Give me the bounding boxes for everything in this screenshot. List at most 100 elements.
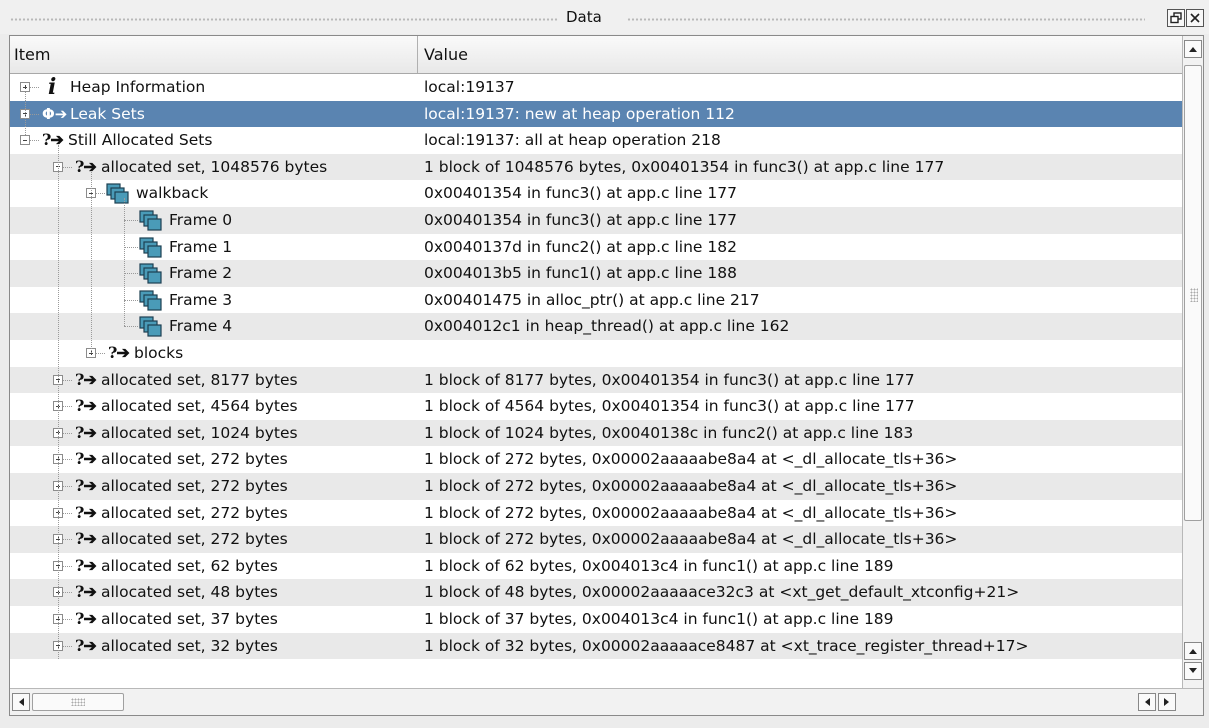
tree-guide-line: [124, 220, 138, 221]
tree-guide-line: [124, 326, 138, 328]
close-icon: [1190, 13, 1200, 23]
row-item-label: allocated set, 62 bytes: [101, 556, 278, 575]
scroll-left-button[interactable]: [12, 693, 30, 711]
row-item-label: allocated set, 48 bytes: [101, 583, 278, 602]
panel-title-bar[interactable]: Data: [0, 0, 1209, 34]
tree-row[interactable]: i Heap Information local:19137: [10, 74, 1182, 101]
question-arrow-icon: ?➔: [108, 343, 130, 362]
row-value: 1 block of 1048576 bytes, 0x00401354 in …: [424, 157, 945, 176]
question-arrow-icon: ?➔: [75, 449, 97, 469]
column-header: Item Value: [10, 36, 1182, 74]
leak-set-icon: Φ➔: [42, 104, 68, 123]
tree-row[interactable]: ?➔ blocks: [10, 340, 1182, 367]
row-value: 1 block of 272 bytes, 0x00002aaaaabe8a4 …: [424, 450, 958, 469]
arrow-up-icon: [1189, 649, 1197, 654]
scroll-down-button[interactable]: [1184, 662, 1202, 680]
tree-row[interactable]: Frame 2 0x004013b5 in func1() at app.c li…: [10, 260, 1182, 287]
row-item-label: allocated set, 1048576 bytes: [101, 157, 328, 176]
tree-row[interactable]: ?➔ allocated set, 48 bytes 1 block of 48 b…: [10, 579, 1182, 606]
tree-row[interactable]: ?➔ allocated set, 272 bytes 1 block of 272…: [10, 473, 1182, 500]
row-value: 1 block of 32 bytes, 0x00002aaaaace8487 …: [424, 636, 1029, 655]
row-item-label: allocated set, 272 bytes: [101, 503, 288, 522]
tree-row[interactable]: Frame 1 0x0040137d in func2() at app.c li…: [10, 234, 1182, 261]
close-panel-button[interactable]: [1186, 9, 1204, 27]
tree-row[interactable]: ?➔ allocated set, 8177 bytes 1 block of 81…: [10, 366, 1182, 394]
row-value: local:19137: [424, 78, 515, 96]
arrow-down-icon: [1189, 668, 1197, 673]
stack-frames-icon: [139, 316, 163, 342]
row-value: [424, 340, 1180, 367]
tree-row[interactable]: ?➔ allocated set, 1048576 bytes 1 block of…: [10, 153, 1182, 181]
vertical-scrollbar[interactable]: [1182, 36, 1203, 688]
scroll-left-button-lower[interactable]: [1138, 693, 1156, 711]
stack-frames-icon: [139, 290, 163, 316]
grip-icon: [1190, 288, 1198, 302]
question-arrow-icon: ?➔: [75, 635, 97, 655]
expand-toggle[interactable]: [20, 82, 30, 92]
arrow-left-icon: [1145, 698, 1150, 706]
tree-row[interactable]: ?➔ allocated set, 272 bytes 1 block of 272…: [10, 500, 1182, 527]
tree-row[interactable]: ?➔ allocated set, 32 bytes 1 block of 32 b…: [10, 632, 1182, 660]
question-arrow-icon: ?➔: [75, 582, 97, 602]
tree-row[interactable]: ?➔ allocated set, 37 bytes 1 block of 37 b…: [10, 606, 1182, 633]
row-value: 0x00401354 in func3() at app.c line 177: [424, 184, 737, 203]
column-header-item[interactable]: Item: [10, 36, 418, 73]
vertical-scroll-thumb[interactable]: [1184, 65, 1202, 521]
scroll-right-button[interactable]: [1158, 693, 1176, 711]
column-header-value[interactable]: Value: [418, 36, 1182, 73]
collapse-toggle[interactable]: [20, 135, 30, 146]
tree-row[interactable]: ?➔ Still Allocated Sets local:19137: all a…: [10, 127, 1182, 154]
arrow-right-icon: [1164, 698, 1169, 706]
row-value: 1 block of 1024 bytes, 0x0040138c in fun…: [424, 423, 914, 442]
row-value: 1 block of 48 bytes, 0x00002aaaaace32c3 …: [424, 583, 1020, 602]
question-arrow-icon: ?➔: [75, 529, 97, 549]
row-item-label: Still Allocated Sets: [68, 131, 213, 150]
question-arrow-icon: ?➔: [75, 609, 97, 628]
tree-row[interactable]: walkback 0x00401354 in func3() at app.c l…: [10, 180, 1182, 207]
data-tree-view[interactable]: Item Value i Heap Information local:19137 Φ…: [9, 35, 1204, 716]
tree-row[interactable]: ?➔ allocated set, 1024 bytes 1 block of 10…: [10, 419, 1182, 447]
title-grip-right: [627, 17, 1145, 22]
row-item-label: allocated set, 1024 bytes: [101, 423, 298, 442]
question-arrow-icon: ?➔: [75, 156, 97, 176]
horizontal-scroll-thumb[interactable]: [32, 693, 124, 711]
row-item-label: allocated set, 272 bytes: [101, 477, 288, 495]
row-item-label: allocated set, 8177 bytes: [101, 370, 298, 389]
row-value: 0x00401354 in func3() at app.c line 177: [424, 211, 737, 229]
question-arrow-icon: ?➔: [75, 502, 97, 522]
question-arrow-icon: ?➔: [75, 422, 97, 442]
tree-row[interactable]: Frame 0 0x00401354 in func3() at app.c li…: [10, 207, 1182, 234]
row-value: 1 block of 272 bytes, 0x00002aaaaabe8a4 …: [424, 477, 958, 495]
title-grip-left: [10, 17, 558, 22]
scroll-up-button[interactable]: [1184, 40, 1202, 58]
tree-row[interactable]: ?➔ allocated set, 272 bytes 1 block of 272…: [10, 526, 1182, 553]
tree-row[interactable]: Frame 3 0x00401475 in alloc_ptr() at app.…: [10, 287, 1182, 314]
arrow-left-icon: [19, 698, 24, 706]
row-item-label: allocated set, 32 bytes: [101, 636, 278, 655]
row-value: 0x0040137d in func2() at app.c line 182: [424, 237, 737, 256]
stack-frames-icon: [139, 210, 163, 236]
tree-row[interactable]: Φ➔ Leak Sets local:19137: new at heap oper…: [10, 100, 1182, 128]
tree-row[interactable]: Frame 4 0x004012c1 in heap_thread() at ap…: [10, 313, 1182, 340]
stack-frames-icon: [106, 183, 130, 209]
row-value: local:19137: new at heap operation 112: [424, 104, 735, 123]
row-value: 1 block of 62 bytes, 0x004013c4 in func1…: [424, 556, 894, 575]
grip-icon: [71, 698, 85, 706]
row-item-label: Frame 3: [169, 290, 233, 309]
scroll-up-button-lower[interactable]: [1184, 642, 1202, 660]
question-arrow-icon: ?➔: [75, 555, 97, 575]
tree-row[interactable]: ?➔ allocated set, 62 bytes 1 block of 62 b…: [10, 553, 1182, 580]
tree-row[interactable]: ?➔ allocated set, 272 bytes 1 block of 272…: [10, 446, 1182, 473]
row-item-label: Frame 1: [169, 237, 233, 256]
question-arrow-icon: ?➔: [42, 130, 64, 150]
tree-row[interactable]: ?➔ allocated set, 4564 bytes 1 block of 45…: [10, 393, 1182, 420]
horizontal-scrollbar[interactable]: [10, 688, 1203, 715]
row-item-label: allocated set, 272 bytes: [101, 530, 288, 549]
question-arrow-icon: ?➔: [75, 369, 97, 389]
row-item-label: allocated set, 272 bytes: [101, 450, 288, 469]
tree-guide-line: [124, 246, 138, 248]
row-item-label: walkback: [136, 184, 209, 203]
tree-rows: i Heap Information local:19137 Φ➔ Leak Sets l…: [10, 74, 1182, 688]
row-value: 1 block of 8177 bytes, 0x00401354 in fun…: [424, 370, 915, 389]
float-panel-button[interactable]: [1167, 9, 1185, 27]
